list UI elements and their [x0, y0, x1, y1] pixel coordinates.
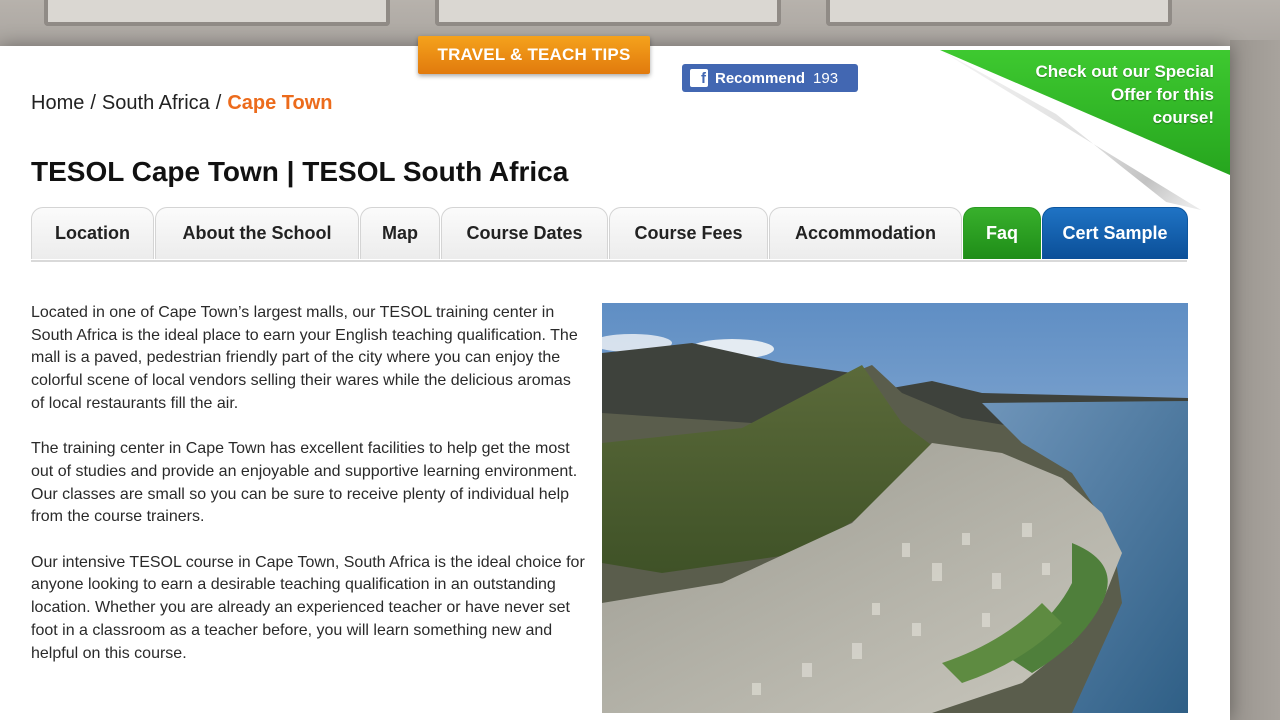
content-paragraph: Located in one of Cape Town’s largest ma… [31, 304, 578, 412]
breadcrumb-south-africa[interactable]: South Africa [102, 92, 210, 114]
tab-course-dates[interactable]: Course Dates [441, 207, 608, 259]
background-card [435, 0, 781, 26]
travel-teach-tips-tab[interactable]: TRAVEL & TEACH TIPS [418, 36, 650, 74]
background-card [44, 0, 390, 26]
facebook-icon: f [690, 69, 708, 87]
breadcrumb-home[interactable]: Home [31, 92, 84, 114]
tab-map[interactable]: Map [360, 207, 440, 259]
photo-illustration [602, 303, 1188, 713]
promo-line: Offer for this [1111, 85, 1214, 104]
main-content: Located in one of Cape Town’s largest ma… [31, 302, 587, 688]
tab-accommodation[interactable]: Accommodation [769, 207, 962, 259]
breadcrumb-separator: / [215, 92, 222, 114]
content-paragraph: The training center in Cape Town has exc… [31, 440, 578, 526]
breadcrumb: Home / South Africa / Cape Town [31, 92, 333, 115]
facebook-recommend-button[interactable]: f Recommend 193 [682, 64, 858, 92]
tab-location[interactable]: Location [31, 207, 154, 259]
recommend-count: 193 [813, 69, 839, 87]
promo-line: course! [1152, 108, 1214, 127]
recommend-label: Recommend [715, 69, 806, 87]
tab-course-fees[interactable]: Course Fees [609, 207, 768, 259]
breadcrumb-current: Cape Town [227, 92, 333, 114]
promo-line: Check out our Special [1035, 62, 1214, 81]
tabs-divider [31, 260, 1187, 262]
breadcrumb-separator: / [90, 92, 96, 114]
cape-town-aerial-photo [602, 303, 1188, 713]
course-tabs: Location About the School Map Course Dat… [31, 207, 1189, 261]
background-card [826, 0, 1172, 26]
page-title: TESOL Cape Town | TESOL South Africa [31, 156, 569, 187]
promo-text: Check out our Special Offer for this cou… [984, 60, 1214, 129]
tab-cert-sample[interactable]: Cert Sample [1042, 207, 1188, 259]
content-paragraph: Our intensive TESOL course in Cape Town,… [31, 553, 585, 662]
background-edge [1230, 40, 1280, 720]
tab-about-the-school[interactable]: About the School [155, 207, 359, 259]
tab-faq[interactable]: Faq [963, 207, 1041, 259]
